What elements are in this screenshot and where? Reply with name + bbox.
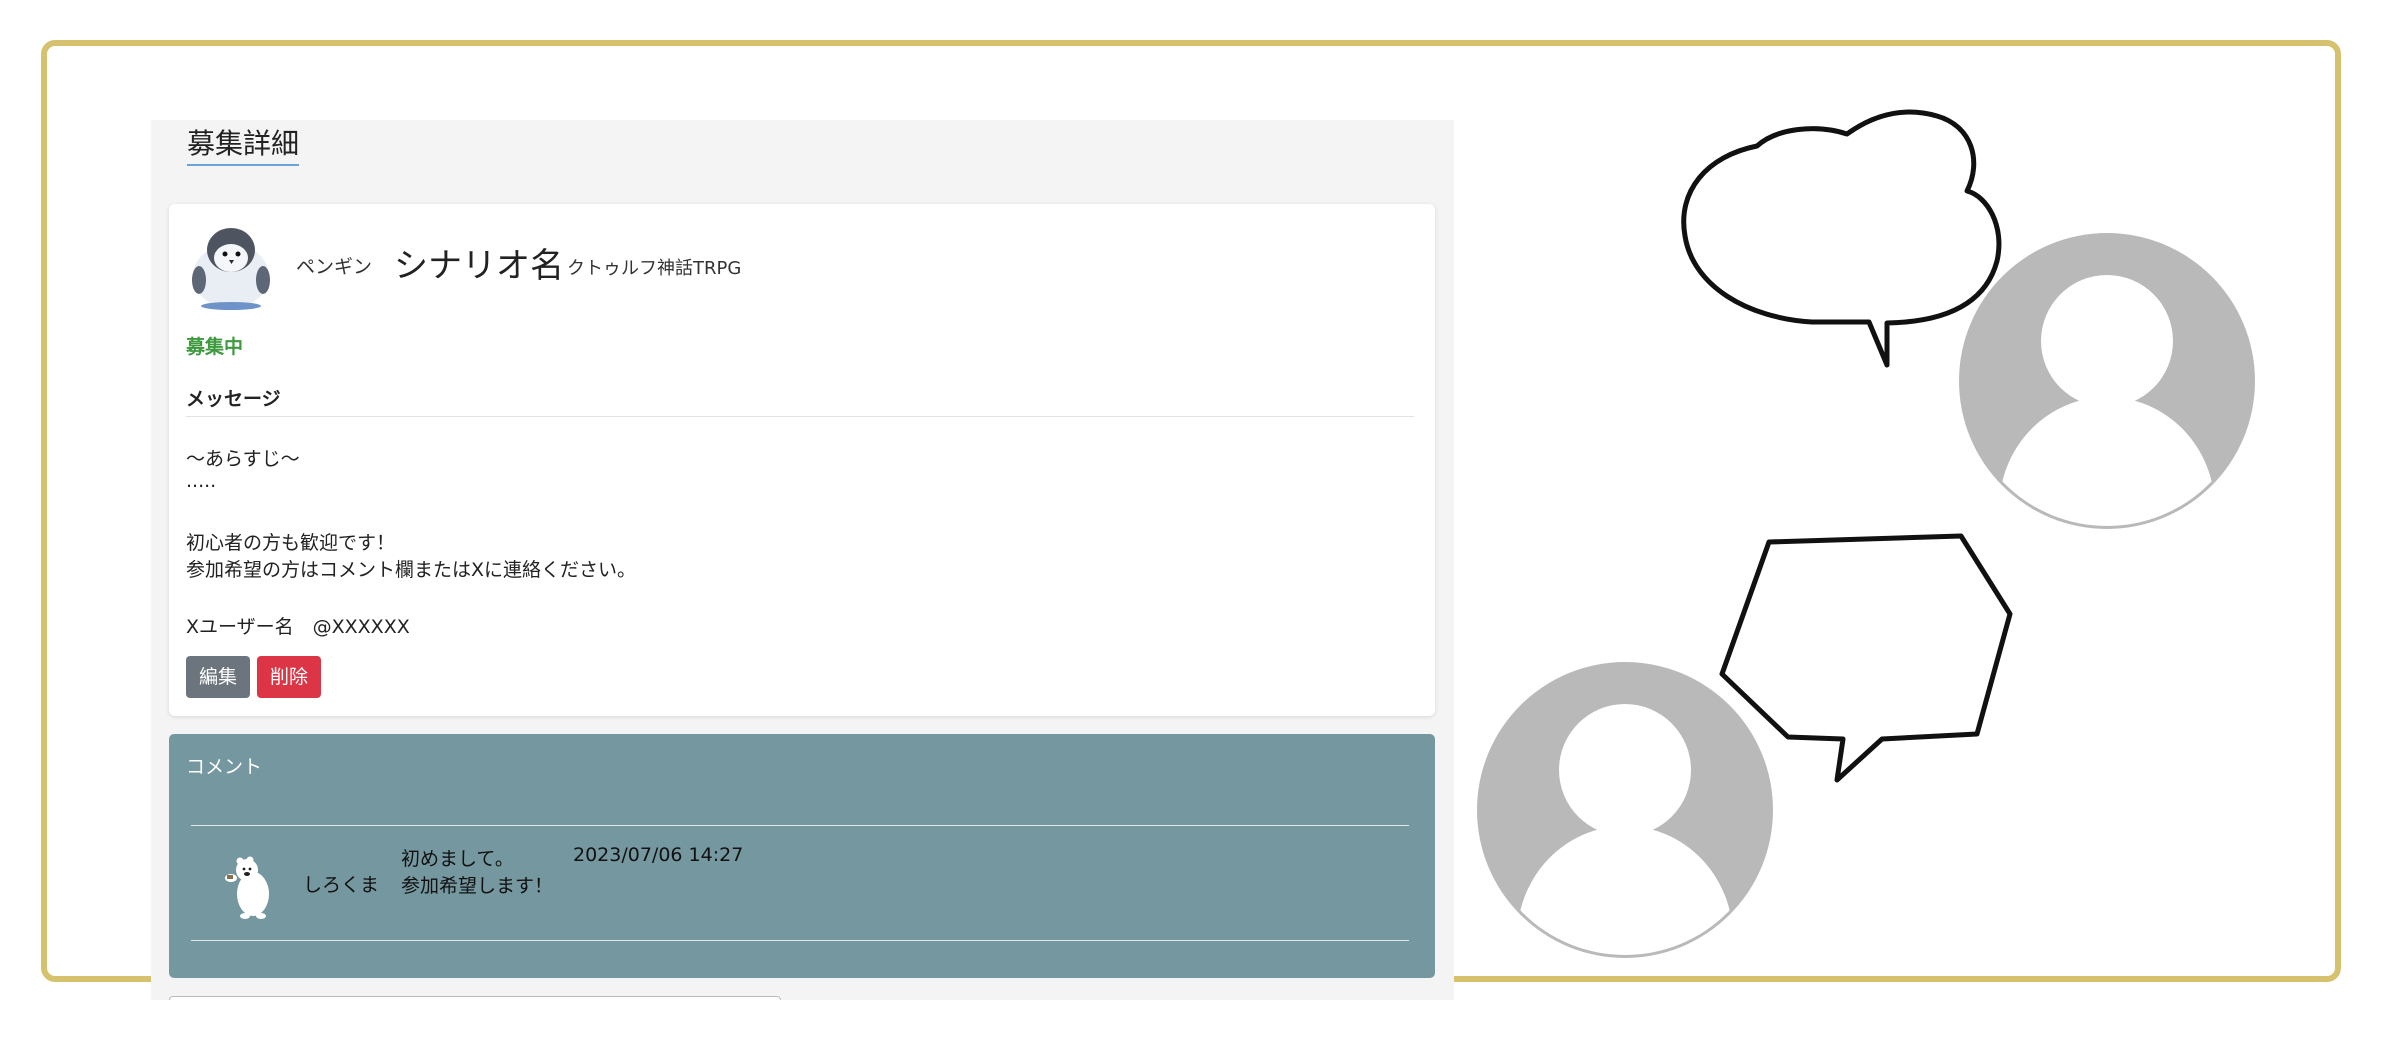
scenario-title: シナリオ名 (394, 246, 564, 286)
comments-section: コメント しろくま 初めまして。 参加希望します！ 2023/07/06 14:… (169, 734, 1435, 978)
person-avatar-icon (1477, 662, 1773, 958)
recruitment-card: ペンギン シナリオ名 クトゥルフ神話TRPG 募集中 メッセージ 〜あらすじ〜 … (169, 204, 1435, 716)
comment-text-line: 初めまして。 (401, 848, 514, 870)
status-badge: 募集中 (186, 336, 244, 358)
message-line: Xユーザー名 @XXXXXX (186, 616, 410, 638)
comment-input[interactable] (169, 996, 781, 1000)
game-system: クトゥルフ神話TRPG (567, 258, 742, 279)
comment-user-name: しろくま (303, 874, 380, 896)
illustration-frame: 募集詳細 ペンギン シナリオ名 クトゥルフ神話TRPG 募集中 メッセージ 〜あ… (41, 40, 2341, 1000)
page-title: 募集詳細 (187, 126, 300, 166)
comment-divider (191, 940, 1409, 941)
message-line: 〜あらすじ〜 (186, 448, 300, 470)
comment-divider (191, 825, 1409, 826)
message-line: 初心者の方も歓迎です！ (186, 532, 396, 554)
penguin-avatar (192, 228, 270, 310)
message-line: 参加希望の方はコメント欄またはXに連絡ください。 (186, 559, 637, 581)
poster-name: ペンギン (296, 256, 373, 278)
message-line: ..... (186, 470, 217, 492)
divider (186, 416, 1414, 417)
comments-title: コメント (186, 756, 263, 778)
delete-button[interactable]: 削除 (257, 656, 322, 698)
comment-text-line: 参加希望します！ (401, 875, 554, 897)
recruitment-detail-panel: 募集詳細 ペンギン シナリオ名 クトゥルフ神話TRPG 募集中 メッセージ 〜あ… (151, 120, 1454, 1000)
message-heading: メッセージ (186, 388, 281, 410)
polar-bear-avatar (225, 856, 269, 919)
edit-button[interactable]: 編集 (186, 656, 251, 698)
comment-timestamp: 2023/07/06 14:27 (573, 844, 744, 866)
